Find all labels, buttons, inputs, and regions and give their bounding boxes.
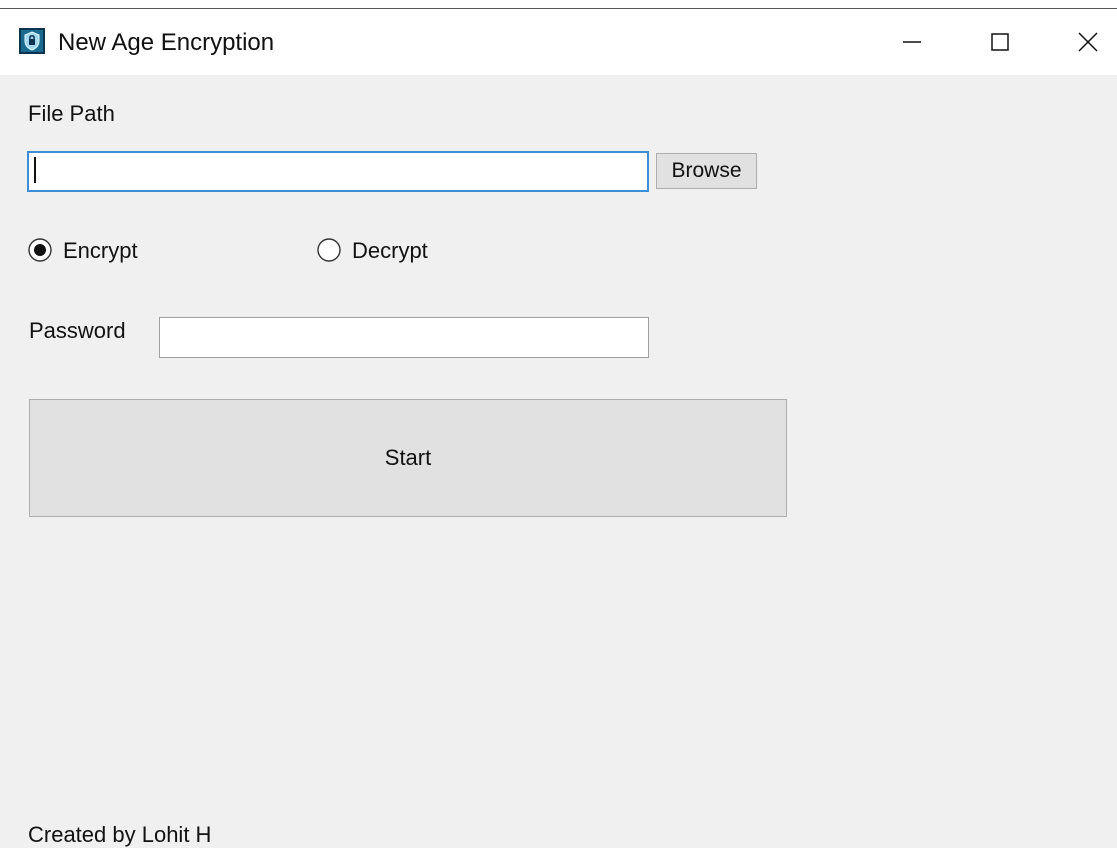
window-top-edge (0, 0, 1117, 9)
file-path-input[interactable] (27, 151, 649, 192)
lock-shield-icon (19, 28, 45, 54)
file-path-label: File Path (28, 101, 115, 126)
title-bar[interactable]: New Age Encryption (0, 9, 1117, 75)
encrypt-radio-label[interactable]: Encrypt (63, 238, 138, 264)
password-input[interactable] (159, 317, 649, 358)
minimize-button[interactable] (889, 19, 935, 65)
window-title: New Age Encryption (58, 29, 275, 56)
text-caret (34, 157, 36, 183)
decrypt-radio-label[interactable]: Decrypt (352, 238, 428, 264)
start-button[interactable]: Start (29, 399, 787, 517)
browse-button[interactable]: Browse (656, 153, 757, 189)
password-label: Password (29, 318, 126, 343)
decrypt-radio[interactable] (316, 237, 342, 263)
close-button[interactable] (1065, 19, 1111, 65)
minimize-icon (903, 41, 921, 43)
encrypt-radio[interactable] (27, 237, 53, 263)
app-window: New Age Encryption File Path Browse Encr… (0, 0, 1117, 848)
maximize-button[interactable] (977, 19, 1023, 65)
creator-credit: Created by Lohit H (28, 822, 212, 847)
maximize-icon (991, 33, 1009, 51)
close-icon (1078, 32, 1098, 52)
